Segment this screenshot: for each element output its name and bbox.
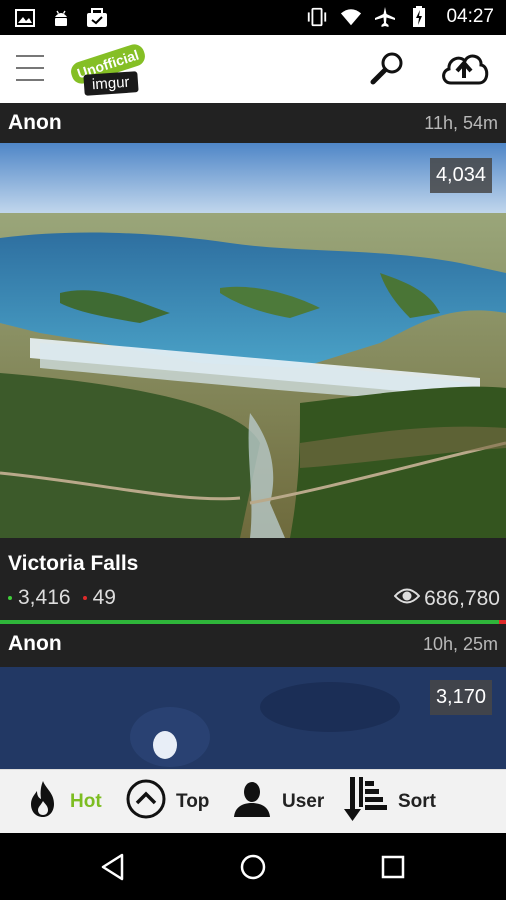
post-age: 10h, 25m [422, 634, 498, 654]
android-icon [50, 7, 72, 29]
downvote-dot-icon [82, 596, 87, 600]
recents-icon[interactable] [377, 851, 409, 883]
cloud-upload-icon[interactable] [438, 47, 490, 91]
app-logo: Unofficial imgur [68, 41, 148, 97]
post-image[interactable]: 4,034 [0, 143, 506, 538]
post-age: 11h, 54m [424, 113, 498, 133]
status-time: 04:27 [446, 6, 494, 27]
view-count: 686,780 [393, 587, 500, 611]
battery-charging-icon [408, 6, 430, 28]
user-icon [232, 779, 272, 825]
tab-sort-label: Sort [398, 791, 436, 812]
post-author: Anon [8, 632, 62, 655]
downvote-count: 49 [92, 586, 116, 609]
chevron-up-circle-icon [126, 779, 166, 825]
search-icon[interactable] [368, 49, 408, 89]
wifi-icon [340, 6, 362, 28]
post-image[interactable]: 3,170 [0, 667, 506, 769]
airplane-icon [374, 6, 396, 28]
upvote-count: 3,416 [18, 586, 71, 609]
system-nav-bar [0, 833, 506, 900]
tab-top[interactable]: Top [126, 770, 209, 834]
post-header[interactable]: Anon 11h, 54m [0, 103, 506, 143]
view-count-value: 686,780 [424, 587, 500, 610]
eye-icon [393, 587, 421, 611]
post-author: Anon [8, 111, 62, 134]
app-bar: Unofficial imgur [0, 35, 506, 103]
logo-brand-text: imgur [83, 71, 139, 96]
image-count-badge: 3,170 [429, 680, 492, 715]
victoria-falls-photo [0, 143, 506, 538]
tab-user-label: User [282, 791, 325, 812]
upvote-dot-icon [8, 596, 12, 600]
tab-sort[interactable]: Sort [344, 770, 436, 834]
post-title: Victoria Falls [8, 552, 139, 575]
tab-hot-label: Hot [70, 791, 102, 812]
status-bar: 04:27 [0, 0, 506, 35]
post-footer[interactable]: Victoria Falls 3,416 49 686,780 [0, 538, 506, 622]
tab-hot[interactable]: Hot [26, 770, 102, 834]
bottom-tab-bar: Hot Top User Sort [0, 769, 506, 833]
tab-top-label: Top [176, 791, 210, 812]
download-done-icon [86, 7, 108, 29]
flame-icon [26, 779, 60, 825]
vote-counts: 3,416 49 [8, 586, 116, 610]
hamburger-icon[interactable] [16, 55, 46, 85]
vibrate-icon [306, 6, 328, 28]
post-header[interactable]: Anon 10h, 25m [0, 624, 506, 667]
sort-icon [344, 775, 388, 829]
back-icon[interactable] [97, 851, 129, 883]
home-icon[interactable] [237, 851, 269, 883]
tab-user[interactable]: User [232, 770, 324, 834]
image-count-badge: 4,034 [429, 158, 492, 193]
image-icon [14, 7, 36, 29]
